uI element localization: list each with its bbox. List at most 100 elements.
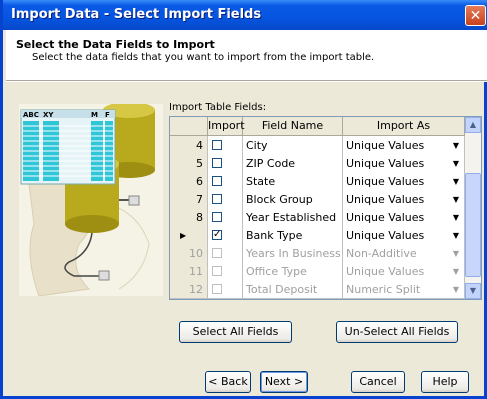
import-as-value: Unique Values (346, 229, 425, 242)
dropdown-arrow-icon[interactable]: ▼ (450, 280, 462, 298)
field-name-cell: Total Deposit (243, 280, 343, 299)
import-as-dropdown[interactable]: Unique Values ▼ (343, 154, 465, 173)
field-name-cell: Year Established (243, 208, 343, 227)
close-button[interactable]: ✕ (465, 5, 486, 26)
import-checkbox[interactable] (212, 212, 222, 222)
import-checkbox[interactable]: ✓ (212, 230, 222, 240)
header-divider (6, 81, 487, 82)
import-as-dropdown[interactable]: Unique Values ▼ (343, 262, 465, 281)
import-checkbox-cell[interactable] (208, 280, 243, 299)
import-fields-grid[interactable]: Import Field Name Import As 4 City Unique … (169, 116, 482, 300)
import-as-dropdown[interactable]: Unique Values ▼ (343, 136, 465, 155)
dropdown-arrow-icon[interactable]: ▼ (450, 208, 462, 226)
import-as-value: Unique Values (346, 211, 425, 224)
table-row[interactable]: 11 Office Type Unique Values ▼ (170, 262, 465, 281)
import-checkbox[interactable] (212, 248, 222, 258)
svg-text:M: M (91, 111, 98, 119)
column-header-field-name[interactable]: Field Name (243, 117, 343, 135)
import-as-value: Unique Values (346, 265, 425, 278)
help-button[interactable]: Help (421, 371, 469, 393)
window-title: Import Data - Select Import Fields (11, 7, 262, 22)
table-row[interactable]: 8 Year Established Unique Values ▼ (170, 208, 465, 227)
import-checkbox-cell[interactable] (208, 154, 243, 173)
import-checkbox-cell[interactable] (208, 208, 243, 227)
import-as-dropdown[interactable]: Unique Values ▼ (343, 190, 465, 209)
field-name-cell: Block Group (243, 190, 343, 209)
import-checkbox-cell[interactable]: ✓ (208, 226, 243, 245)
dropdown-arrow-icon[interactable]: ▼ (450, 262, 462, 280)
row-header[interactable]: 7 (170, 190, 208, 209)
scroll-thumb[interactable] (465, 173, 481, 277)
dropdown-arrow-icon[interactable]: ▼ (450, 244, 462, 262)
scroll-up-button[interactable]: ▲ (465, 117, 481, 133)
import-checkbox-cell[interactable] (208, 262, 243, 281)
row-header[interactable]: 8 (170, 208, 208, 227)
row-number: 12 (189, 283, 203, 296)
row-header[interactable]: 12 (170, 280, 208, 299)
field-name-cell: ZIP Code (243, 154, 343, 173)
column-header-import[interactable]: Import (208, 117, 245, 135)
import-checkbox[interactable] (212, 176, 222, 186)
import-checkbox[interactable] (212, 140, 222, 150)
import-checkbox[interactable] (212, 266, 222, 276)
row-header[interactable]: 10 (170, 244, 208, 263)
title-bar[interactable]: Import Data - Select Import Fields ✕ (3, 0, 487, 30)
wizard-illustration: ABC XY M F (19, 104, 163, 296)
import-as-dropdown[interactable]: Unique Values ▼ (343, 208, 465, 227)
dropdown-arrow-icon[interactable]: ▼ (450, 226, 462, 244)
row-number: 11 (189, 265, 203, 278)
row-header[interactable]: 4 (170, 136, 208, 155)
table-row[interactable]: 4 City Unique Values ▼ (170, 136, 465, 155)
import-as-value: Unique Values (346, 157, 425, 170)
svg-text:F: F (105, 111, 110, 119)
vertical-scrollbar[interactable]: ▲ ▼ (465, 117, 481, 299)
dropdown-arrow-icon[interactable]: ▼ (450, 172, 462, 190)
table-row[interactable]: 12 Total Deposit Numeric Split ▼ (170, 280, 465, 299)
current-row-arrow-icon: ▶ (180, 231, 187, 240)
cancel-button[interactable]: Cancel (351, 371, 405, 393)
next-button[interactable]: Next > (260, 371, 308, 393)
import-as-dropdown[interactable]: Unique Values ▼ (343, 172, 465, 191)
import-checkbox[interactable] (212, 284, 222, 294)
scroll-down-button[interactable]: ▼ (465, 283, 481, 299)
table-row[interactable]: 6 State Unique Values ▼ (170, 172, 465, 191)
field-name-cell: Years In Business (243, 244, 343, 263)
svg-text:ABC: ABC (23, 111, 39, 119)
import-checkbox-cell[interactable] (208, 136, 243, 155)
import-checkbox[interactable] (212, 194, 222, 204)
row-number: 5 (196, 157, 203, 170)
import-as-value: Numeric Split (346, 283, 421, 296)
import-checkbox-cell[interactable] (208, 244, 243, 263)
import-as-value: Non-Additive (346, 247, 417, 260)
row-number: 10 (189, 247, 203, 260)
table-row[interactable]: 10 Years In Business Non-Additive ▼ (170, 244, 465, 263)
table-row[interactable]: 7 Block Group Unique Values ▼ (170, 190, 465, 209)
import-as-dropdown[interactable]: Numeric Split ▼ (343, 280, 465, 299)
table-row[interactable]: 5 ZIP Code Unique Values ▼ (170, 154, 465, 173)
import-as-dropdown[interactable]: Non-Additive ▼ (343, 244, 465, 263)
field-name-cell: City (243, 136, 343, 155)
select-all-fields-button[interactable]: Select All Fields (179, 321, 292, 343)
table-row[interactable]: ▶ ✓ Bank Type Unique Values ▼ (170, 226, 465, 245)
import-as-value: Unique Values (346, 193, 425, 206)
row-header[interactable]: 6 (170, 172, 208, 191)
row-header[interactable]: 11 (170, 262, 208, 281)
dropdown-arrow-icon[interactable]: ▼ (450, 154, 462, 172)
row-number: 4 (196, 139, 203, 152)
import-fields-dialog: Import Data - Select Import Fields ✕ Sel… (0, 0, 487, 399)
row-header[interactable]: 5 (170, 154, 208, 173)
row-header[interactable]: ▶ (170, 226, 208, 245)
field-name-cell: Bank Type (243, 226, 343, 245)
import-as-dropdown[interactable]: Unique Values ▼ (343, 226, 465, 245)
svg-text:XY: XY (43, 111, 54, 119)
dropdown-arrow-icon[interactable]: ▼ (450, 190, 462, 208)
column-header-import-as[interactable]: Import As (343, 117, 465, 135)
import-checkbox-cell[interactable] (208, 172, 243, 191)
import-as-value: Unique Values (346, 139, 425, 152)
grid-header: Import Field Name Import As (170, 117, 465, 136)
back-button[interactable]: < Back (205, 371, 251, 393)
import-checkbox[interactable] (212, 158, 222, 168)
unselect-all-fields-button[interactable]: Un-Select All Fields (336, 321, 458, 343)
import-checkbox-cell[interactable] (208, 190, 243, 209)
dropdown-arrow-icon[interactable]: ▼ (450, 136, 462, 154)
